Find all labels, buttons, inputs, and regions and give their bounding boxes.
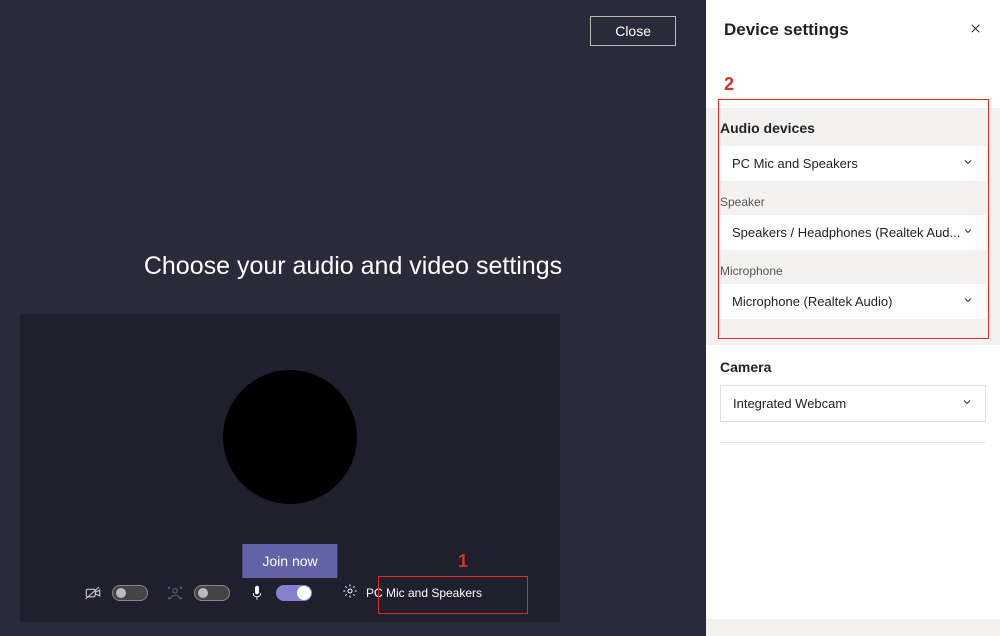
- camera-toggle[interactable]: [112, 585, 148, 601]
- microphone-toggle[interactable]: [276, 585, 312, 601]
- audio-devices-section: Audio devices PC Mic and Speakers Speake…: [706, 108, 1000, 337]
- annotation-box-1: [378, 576, 528, 614]
- avatar-placeholder: [223, 370, 357, 504]
- camera-section: Camera Integrated Webcam: [706, 345, 1000, 442]
- speaker-value: Speakers / Headphones (Realtek Aud...: [732, 225, 960, 240]
- join-now-button[interactable]: Join now: [242, 544, 337, 578]
- camera-value: Integrated Webcam: [733, 396, 846, 411]
- chevron-down-icon: [961, 396, 973, 411]
- blur-toggle[interactable]: [194, 585, 230, 601]
- panel-title: Device settings: [724, 20, 849, 40]
- device-settings-panel: Device settings 2 Audio devices PC Mic a…: [706, 0, 1000, 636]
- microphone-dropdown[interactable]: Microphone (Realtek Audio): [720, 284, 986, 319]
- panel-header-spacer: [706, 50, 1000, 108]
- microphone-value: Microphone (Realtek Audio): [732, 294, 892, 309]
- chevron-down-icon: [962, 225, 974, 240]
- chevron-down-icon: [962, 156, 974, 171]
- background-blur-icon: [166, 584, 184, 602]
- speaker-dropdown[interactable]: Speakers / Headphones (Realtek Aud...: [720, 215, 986, 250]
- prejoin-main: Close Choose your audio and video settin…: [0, 0, 706, 636]
- camera-section-title: Camera: [720, 359, 986, 375]
- microphone-label: Microphone: [720, 264, 986, 278]
- audio-device-value: PC Mic and Speakers: [732, 156, 858, 171]
- camera-dropdown[interactable]: Integrated Webcam: [720, 385, 986, 422]
- camera-off-icon: [84, 584, 102, 602]
- panel-header: Device settings: [706, 0, 1000, 50]
- chevron-down-icon: [962, 294, 974, 309]
- page-title: Choose your audio and video settings: [0, 252, 706, 281]
- annotation-label-1: 1: [458, 551, 468, 572]
- speaker-label: Speaker: [720, 195, 986, 209]
- microphone-icon: [248, 584, 266, 602]
- close-button[interactable]: Close: [590, 16, 676, 46]
- gear-icon: [342, 583, 358, 602]
- audio-section-title: Audio devices: [720, 120, 986, 136]
- close-panel-button[interactable]: [969, 22, 982, 38]
- audio-device-dropdown[interactable]: PC Mic and Speakers: [720, 146, 986, 181]
- annotation-label-2: 2: [724, 74, 734, 95]
- panel-bottom-spacer: [706, 449, 1000, 619]
